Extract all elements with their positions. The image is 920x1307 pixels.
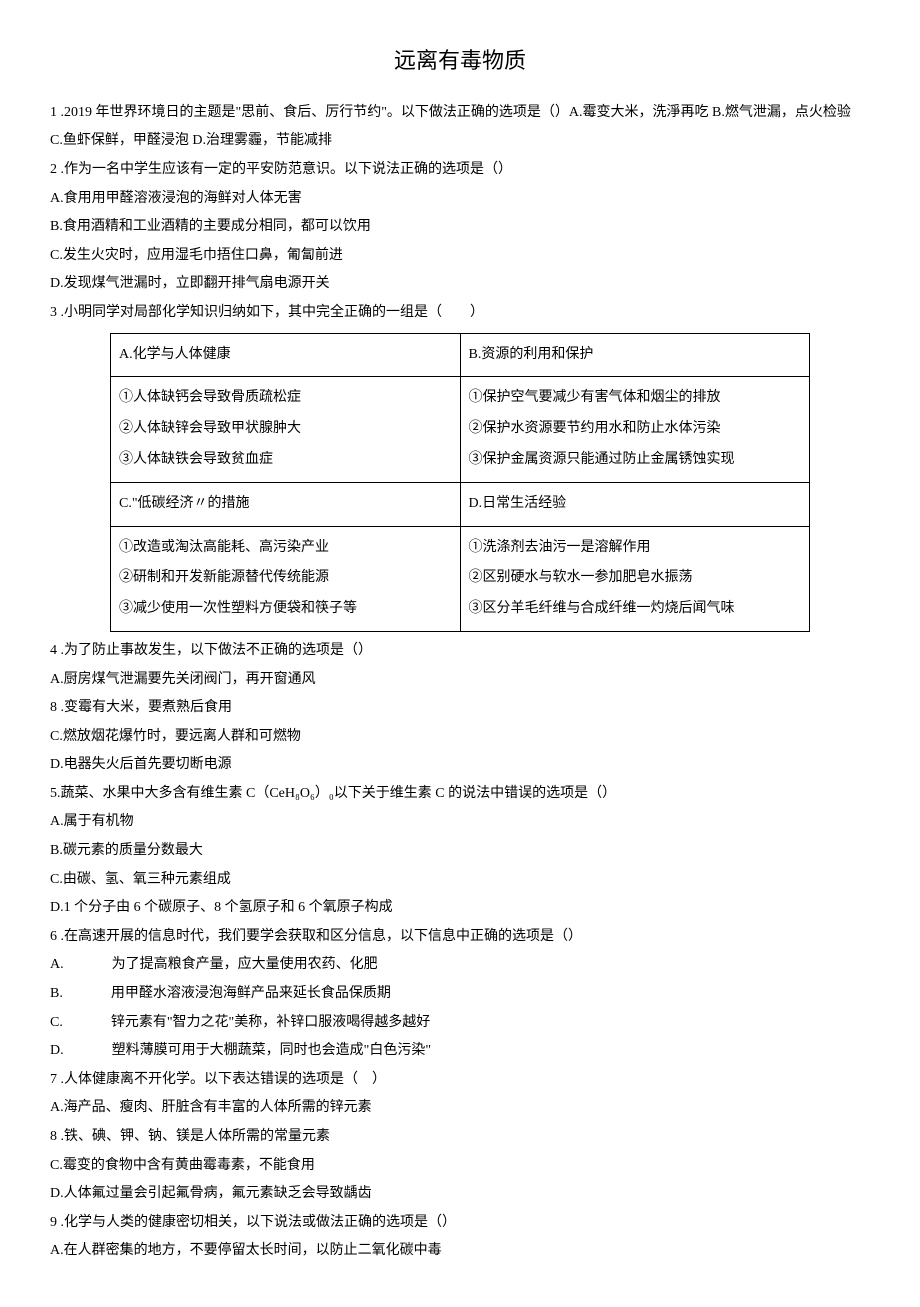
q4-stem: 4 .为了防止事故发生，以下做法不正确的选项是（） xyxy=(50,638,870,665)
q5-opt-a: A.属于有机物 xyxy=(50,809,870,836)
q3-b-2: ②保护水资源要节约用水和防止水体污染 xyxy=(469,414,802,445)
q6-label-d: D. xyxy=(50,1043,64,1058)
q6-text-a: 为了提高粮食产量，应大量使用农药、化肥 xyxy=(112,957,378,972)
q1-opt-cd: C.鱼虾保鲜，甲醛浸泡 D.治理雾霾，节能减排 xyxy=(50,128,870,155)
q3-b-1: ①保护空气要减少有害气体和烟尘的排放 xyxy=(469,383,802,414)
page-title: 远离有毒物质 xyxy=(50,40,870,82)
q3-a-3: ③人体缺铁会导致贫血症 xyxy=(119,445,452,476)
q7-opt-c: C.霉变的食物中含有黄曲霉毒素，不能食用 xyxy=(50,1153,870,1180)
q6-label-a: A. xyxy=(50,957,64,972)
q7-opt-a: A.海产品、瘦肉、肝脏含有丰富的人体所需的锌元素 xyxy=(50,1095,870,1122)
q7-opt-b: 8 .铁、碘、钾、钠、镁是人体所需的常量元素 xyxy=(50,1124,870,1151)
q5-opt-b: B.碳元素的质量分数最大 xyxy=(50,838,870,865)
q2-stem: 2 .作为一名中学生应该有一定的平安防范意识。以下说法正确的选项是（） xyxy=(50,157,870,184)
q3-b-3: ③保护金属资源只能通过防止金属锈蚀实现 xyxy=(469,445,802,476)
q6-stem: 6 .在高速开展的信息时代，我们要学会获取和区分信息，以下信息中正确的选项是（） xyxy=(50,924,870,951)
q6-label-b: B. xyxy=(50,986,63,1001)
q6-text-d: 塑料薄膜可用于大棚蔬菜，同时也会造成"白色污染" xyxy=(112,1043,431,1058)
q3-cell-a-head: A.化学与人体健康 xyxy=(111,333,461,377)
q3-d-2: ②区别硬水与软水一参加肥皂水振荡 xyxy=(469,563,802,594)
q3-table: A.化学与人体健康 B.资源的利用和保护 ①人体缺钙会导致骨质疏松症 ②人体缺锌… xyxy=(110,333,810,632)
q3-d-3: ③区分羊毛纤维与合成纤维一灼烧后闻气味 xyxy=(469,594,802,625)
q3-stem: 3 .小明同学对局部化学知识归纳如下，其中完全正确的一组是（ ） xyxy=(50,300,870,327)
q6-text-c: 锌元素有"智力之花"美称，补锌口服液喝得越多越好 xyxy=(111,1015,430,1030)
q3-cell-c-head: C."低碳经济〃的措施 xyxy=(111,482,461,526)
q6-label-c: C. xyxy=(50,1015,63,1030)
q4-opt-b: 8 .变霉有大米，要煮熟后食用 xyxy=(50,695,870,722)
q9-opt-a: A.在人群密集的地方，不要停留太长时间，以防止二氧化碳中毒 xyxy=(50,1238,870,1265)
q4-opt-a: A.厨房煤气泄漏要先关闭阀门，再开窗通风 xyxy=(50,667,870,694)
q4-opt-c: C.燃放烟花爆竹时，要远离人群和可燃物 xyxy=(50,724,870,751)
q9-stem: 9 .化学与人类的健康密切相关，以下说法或做法正确的选项是（） xyxy=(50,1210,870,1237)
q4-opt-d: D.电器失火后首先要切断电源 xyxy=(50,752,870,779)
q1-stem: 1 .2019 年世界环境日的主题是"思前、食后、厉行节约"。以下做法正确的选项… xyxy=(50,100,870,127)
q2-opt-b: B.食用酒精和工业酒精的主要成分相同，都可以饮用 xyxy=(50,214,870,241)
q3-d-1: ①洗涤剂去油污一是溶解作用 xyxy=(469,533,802,564)
q3-cell-a-body: ①人体缺钙会导致骨质疏松症 ②人体缺锌会导致甲状腺肿大 ③人体缺铁会导致贫血症 xyxy=(111,377,461,482)
q6-opt-d: D. 塑料薄膜可用于大棚蔬菜，同时也会造成"白色污染" xyxy=(50,1038,870,1065)
q2-opt-a: A.食用用甲醛溶液浸泡的海鲜对人体无害 xyxy=(50,186,870,213)
q6-opt-b: B. 用甲醛水溶液浸泡海鲜产品来延长食品保质期 xyxy=(50,981,870,1008)
q2-opt-c: C.发生火灾时，应用湿毛巾捂住口鼻，匍匐前进 xyxy=(50,243,870,270)
q3-cell-b-head: B.资源的利用和保护 xyxy=(460,333,810,377)
q3-cell-b-body: ①保护空气要减少有害气体和烟尘的排放 ②保护水资源要节约用水和防止水体污染 ③保… xyxy=(460,377,810,482)
q5-opt-d: D.1 个分子由 6 个碳原子、8 个氢原子和 6 个氧原子构成 xyxy=(50,895,870,922)
q6-text-b: 用甲醛水溶液浸泡海鲜产品来延长食品保质期 xyxy=(111,986,391,1001)
q3-a-2: ②人体缺锌会导致甲状腺肿大 xyxy=(119,414,452,445)
q3-c-1: ①改造或淘汰高能耗、高污染产业 xyxy=(119,533,452,564)
q6-opt-a: A. 为了提高粮食产量，应大量使用农药、化肥 xyxy=(50,952,870,979)
q5-stem: 5.蔬菜、水果中大多含有维生素 C（CeH₈O₆）₀以下关于维生素 C 的说法中… xyxy=(50,781,870,808)
q3-a-1: ①人体缺钙会导致骨质疏松症 xyxy=(119,383,452,414)
q7-opt-d: D.人体氟过量会引起氟骨病，氟元素缺乏会导致龋齿 xyxy=(50,1181,870,1208)
q5-opt-c: C.由碳、氢、氧三种元素组成 xyxy=(50,867,870,894)
q6-opt-c: C. 锌元素有"智力之花"美称，补锌口服液喝得越多越好 xyxy=(50,1010,870,1037)
q7-stem: 7 .人体健康离不开化学。以下表达错误的选项是（ ） xyxy=(50,1067,870,1094)
q3-cell-d-body: ①洗涤剂去油污一是溶解作用 ②区别硬水与软水一参加肥皂水振荡 ③区分羊毛纤维与合… xyxy=(460,526,810,631)
q3-cell-c-body: ①改造或淘汰高能耗、高污染产业 ②研制和开发新能源替代传统能源 ③减少使用一次性… xyxy=(111,526,461,631)
q3-cell-d-head: D.日常生活经验 xyxy=(460,482,810,526)
q3-c-2: ②研制和开发新能源替代传统能源 xyxy=(119,563,452,594)
q3-c-3: ③减少使用一次性塑料方便袋和筷子等 xyxy=(119,594,452,625)
q2-opt-d: D.发现煤气泄漏时，立即翻开排气扇电源开关 xyxy=(50,271,870,298)
